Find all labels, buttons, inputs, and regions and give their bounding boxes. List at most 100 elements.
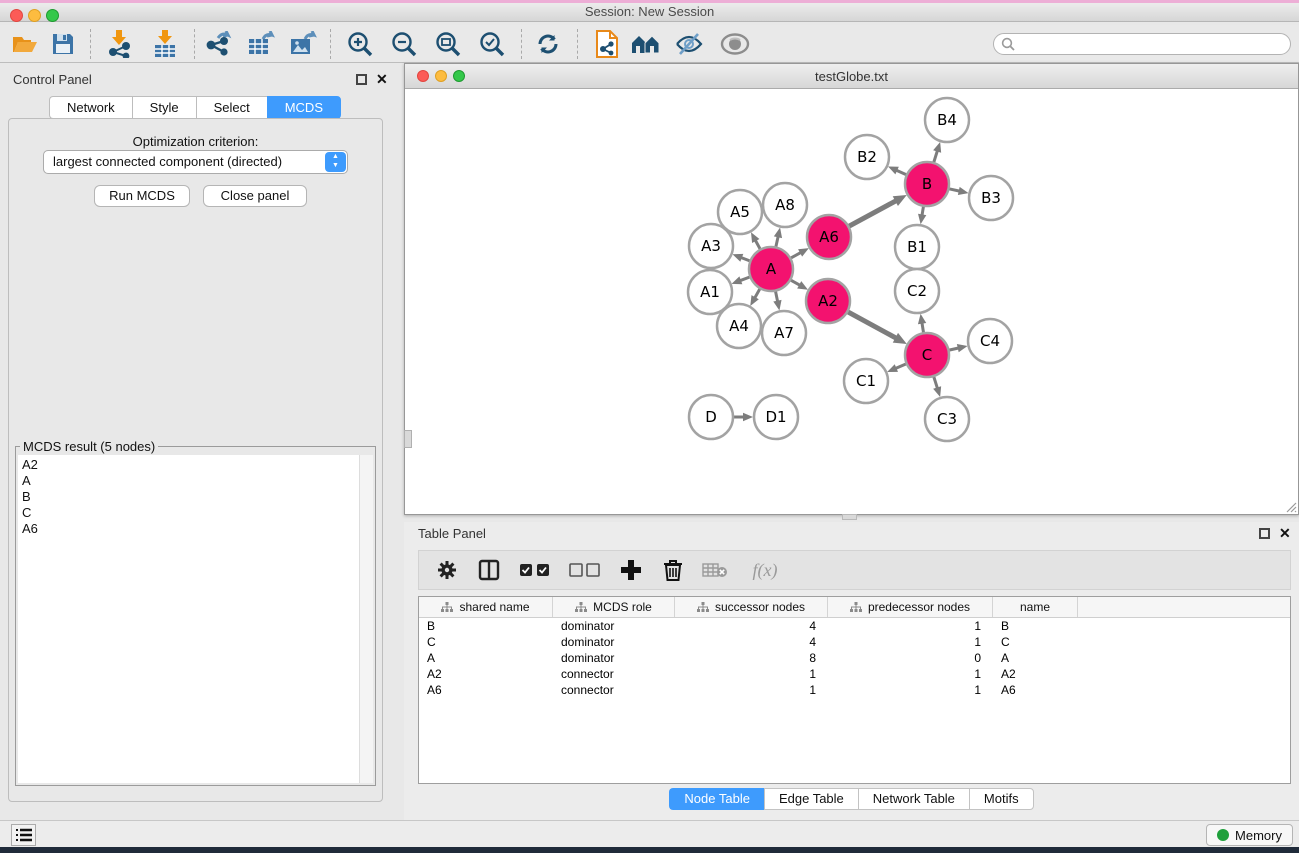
- search-input[interactable]: [993, 33, 1291, 55]
- network-node-A7[interactable]: A7: [762, 311, 806, 355]
- minimize-window-button[interactable]: [28, 9, 41, 22]
- split-divider-handle-horizontal[interactable]: [842, 514, 857, 520]
- column-manager-icon[interactable]: [475, 559, 503, 581]
- import-network-icon[interactable]: [103, 30, 137, 58]
- table-row[interactable]: A6connector11A6: [419, 682, 1290, 698]
- network-minimize-button[interactable]: [435, 70, 447, 82]
- table-settings-gear-icon[interactable]: [433, 559, 461, 581]
- network-edge[interactable]: [847, 312, 897, 339]
- open-session-icon[interactable]: [8, 30, 42, 58]
- network-node-C1[interactable]: C1: [844, 359, 888, 403]
- network-edge[interactable]: [848, 200, 897, 226]
- network-node-D[interactable]: D: [689, 395, 733, 439]
- zoom-out-icon[interactable]: [387, 30, 421, 58]
- delete-table-icon[interactable]: [701, 561, 729, 579]
- network-node-A[interactable]: A: [749, 247, 793, 291]
- column-header-name[interactable]: name: [993, 597, 1078, 617]
- table-row[interactable]: A2connector11A2: [419, 666, 1290, 682]
- show-all-networks-icon[interactable]: [629, 30, 663, 58]
- network-zoom-button[interactable]: [453, 70, 465, 82]
- network-edge[interactable]: [934, 150, 938, 163]
- memory-button[interactable]: Memory: [1206, 824, 1293, 846]
- hide-selected-icon[interactable]: [672, 30, 706, 58]
- resize-grip-icon[interactable]: [1284, 500, 1297, 513]
- mcds-result-item[interactable]: C: [22, 505, 361, 521]
- table-row[interactable]: Bdominator41B: [419, 618, 1290, 634]
- export-network-icon[interactable]: [201, 30, 235, 58]
- column-header-shared-name[interactable]: shared name: [419, 597, 553, 617]
- network-node-D1[interactable]: D1: [754, 395, 798, 439]
- network-node-B1[interactable]: B1: [895, 225, 939, 269]
- network-node-B4[interactable]: B4: [925, 98, 969, 142]
- mcds-result-item[interactable]: A2: [22, 457, 361, 473]
- close-panel-button[interactable]: Close panel: [203, 185, 307, 207]
- function-builder-icon[interactable]: f(x): [743, 560, 787, 581]
- deselect-all-checkboxes-icon[interactable]: [567, 562, 603, 578]
- new-network-from-file-icon[interactable]: [590, 30, 624, 58]
- select-all-checkboxes-icon[interactable]: [517, 562, 553, 578]
- tab-node-table[interactable]: Node Table: [669, 788, 764, 810]
- zoom-window-button[interactable]: [46, 9, 59, 22]
- network-node-A3[interactable]: A3: [689, 224, 733, 268]
- network-node-A6[interactable]: A6: [807, 215, 851, 259]
- network-node-C[interactable]: C: [905, 333, 949, 377]
- export-image-icon[interactable]: [286, 30, 320, 58]
- mcds-result-scrollbar[interactable]: [359, 455, 373, 783]
- close-window-button[interactable]: [10, 9, 23, 22]
- split-divider-handle[interactable]: [404, 430, 412, 448]
- network-node-B2[interactable]: B2: [845, 135, 889, 179]
- network-graph[interactable]: B4B2BB3A8A5A6A3B1AC2A1A2A4A7C4CC1C3DD1: [405, 89, 1298, 514]
- network-node-B3[interactable]: B3: [969, 176, 1013, 220]
- mcds-result-item[interactable]: A6: [22, 521, 361, 537]
- tab-select[interactable]: Select: [196, 96, 267, 119]
- zoom-selected-icon[interactable]: [475, 30, 509, 58]
- svg-text:B2: B2: [857, 148, 877, 166]
- column-header-successor-nodes[interactable]: successor nodes: [675, 597, 828, 617]
- network-window-titlebar[interactable]: testGlobe.txt: [405, 64, 1298, 89]
- delete-column-trash-icon[interactable]: [659, 559, 687, 581]
- network-close-button[interactable]: [417, 70, 429, 82]
- mcds-result-list[interactable]: A2ABCA6: [18, 455, 361, 783]
- column-header-MCDS-role[interactable]: MCDS role: [553, 597, 675, 617]
- import-table-icon[interactable]: [148, 30, 182, 58]
- network-node-A8[interactable]: A8: [763, 183, 807, 227]
- tab-style[interactable]: Style: [132, 96, 196, 119]
- edge-arrowhead-icon: [958, 187, 969, 195]
- criterion-dropdown[interactable]: largest connected component (directed) ▲…: [43, 150, 348, 174]
- svg-text:B3: B3: [981, 189, 1001, 207]
- tab-edge-table[interactable]: Edge Table: [764, 788, 858, 810]
- svg-text:A4: A4: [729, 317, 749, 335]
- zoom-fit-icon[interactable]: [431, 30, 465, 58]
- save-session-icon[interactable]: [46, 30, 80, 58]
- zoom-in-icon[interactable]: [343, 30, 377, 58]
- show-selected-icon[interactable]: [718, 30, 752, 58]
- tab-motifs[interactable]: Motifs: [969, 788, 1034, 810]
- table-row[interactable]: Cdominator41C: [419, 634, 1290, 650]
- mcds-result-item[interactable]: B: [22, 489, 361, 505]
- network-node-A2[interactable]: A2: [806, 279, 850, 323]
- network-node-C3[interactable]: C3: [925, 397, 969, 441]
- refresh-view-icon[interactable]: [531, 30, 565, 58]
- float-panel-icon[interactable]: [356, 74, 367, 85]
- network-node-C2[interactable]: C2: [895, 269, 939, 313]
- export-table-icon[interactable]: [244, 30, 278, 58]
- column-header-predecessor-nodes[interactable]: predecessor nodes: [828, 597, 993, 617]
- svg-text:C2: C2: [907, 282, 927, 300]
- network-edge[interactable]: [934, 376, 938, 389]
- close-panel-icon[interactable]: ✕: [376, 74, 388, 85]
- close-table-panel-icon[interactable]: ✕: [1279, 528, 1291, 539]
- network-node-B[interactable]: B: [905, 162, 949, 206]
- tab-network-table[interactable]: Network Table: [858, 788, 969, 810]
- float-table-panel-icon[interactable]: [1259, 528, 1270, 539]
- tab-network[interactable]: Network: [49, 96, 132, 119]
- mcds-result-item[interactable]: A: [22, 473, 361, 489]
- control-panel-title: Control Panel: [13, 72, 92, 87]
- network-node-A4[interactable]: A4: [717, 304, 761, 348]
- run-mcds-button[interactable]: Run MCDS: [94, 185, 190, 207]
- table-row[interactable]: Adominator80A: [419, 650, 1290, 666]
- table-header-row[interactable]: shared nameMCDS rolesuccessor nodesprede…: [419, 597, 1290, 618]
- network-node-C4[interactable]: C4: [968, 319, 1012, 363]
- task-history-button[interactable]: [11, 824, 36, 846]
- tab-mcds[interactable]: MCDS: [267, 96, 341, 119]
- add-column-icon[interactable]: [617, 559, 645, 581]
